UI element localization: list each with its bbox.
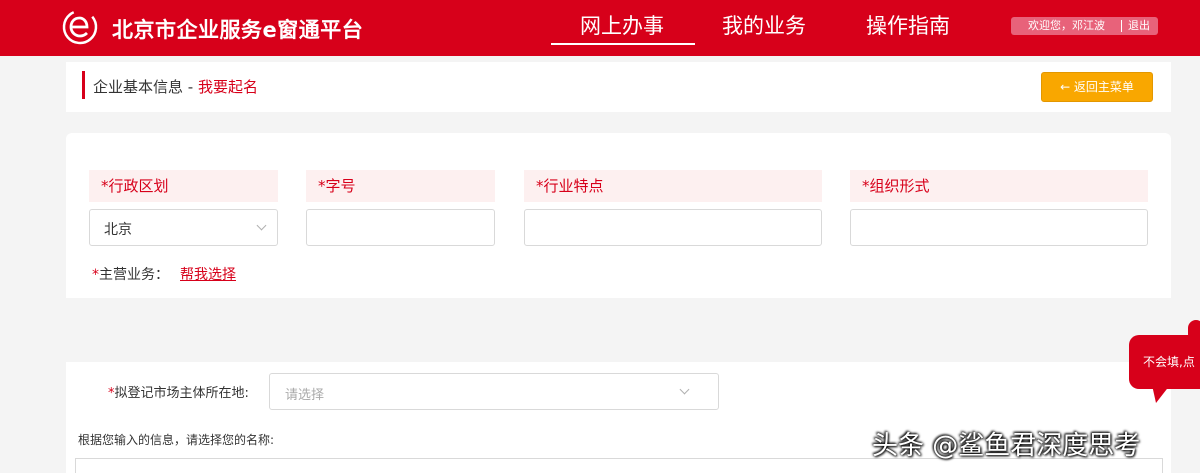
trade-name-input[interactable]: [306, 209, 495, 246]
region-select-value: 北京: [104, 222, 132, 238]
help-bubble[interactable]: 不会填,点: [1129, 335, 1200, 389]
watermark: 头条 @鲨鱼君深度思考: [872, 431, 1141, 461]
industry-label: *行业特点: [524, 170, 822, 202]
breadcrumb-bar: 企业基本信息 - 我要起名 ← 返回主菜单: [66, 62, 1171, 112]
nav-my-business[interactable]: 我的业务: [722, 10, 806, 40]
user-divider: [1121, 20, 1122, 32]
main-business-label: *主营业务：: [92, 264, 169, 284]
org-form-input[interactable]: [850, 209, 1148, 246]
top-header: 北京市企业服务e窗通平台 网上办事 我的业务 操作指南 欢迎您，邓江波 退出: [0, 0, 1200, 56]
logout-link[interactable]: 退出: [1128, 17, 1150, 35]
main-business-text: 主营业务：: [99, 267, 169, 283]
name-selection-prompt: 根据您输入的信息，请选择您的名称:: [78, 433, 275, 447]
breadcrumb: 企业基本信息 - 我要起名: [93, 76, 258, 97]
back-to-menu-button[interactable]: ← 返回主菜单: [1041, 72, 1153, 102]
location-label: *拟登记市场主体所在地:: [108, 382, 249, 401]
breadcrumb-current: 我要起名: [197, 78, 258, 96]
user-greeting: 欢迎您，邓江波: [1028, 19, 1105, 32]
location-placeholder: 请选择: [285, 388, 325, 403]
site-title: 北京市企业服务e窗通平台: [112, 18, 364, 42]
org-form-label: *组织形式: [850, 170, 1148, 202]
region-select[interactable]: 北京: [89, 209, 278, 246]
nav-active-indicator: [551, 43, 695, 45]
region-label: *行政区划: [89, 170, 278, 202]
breadcrumb-section: 企业基本信息 -: [93, 78, 198, 96]
required-mark: *: [92, 267, 99, 283]
nav-operation-guide[interactable]: 操作指南: [866, 10, 950, 40]
logo-icon: [62, 9, 98, 45]
industry-input[interactable]: [524, 209, 822, 246]
nav-online-service[interactable]: 网上办事: [580, 10, 664, 40]
trade-name-label: *字号: [306, 170, 495, 202]
chevron-down-icon: [679, 384, 690, 395]
location-label-text: 拟登记市场主体所在地:: [114, 386, 249, 401]
help-bubble-tail: [1152, 385, 1170, 403]
breadcrumb-accent: [82, 71, 85, 99]
help-me-choose-link[interactable]: 帮我选择: [180, 264, 236, 284]
chevron-down-icon: [256, 220, 267, 231]
user-box: 欢迎您，邓江波 退出: [1011, 17, 1158, 35]
location-select[interactable]: 请选择: [269, 373, 719, 410]
